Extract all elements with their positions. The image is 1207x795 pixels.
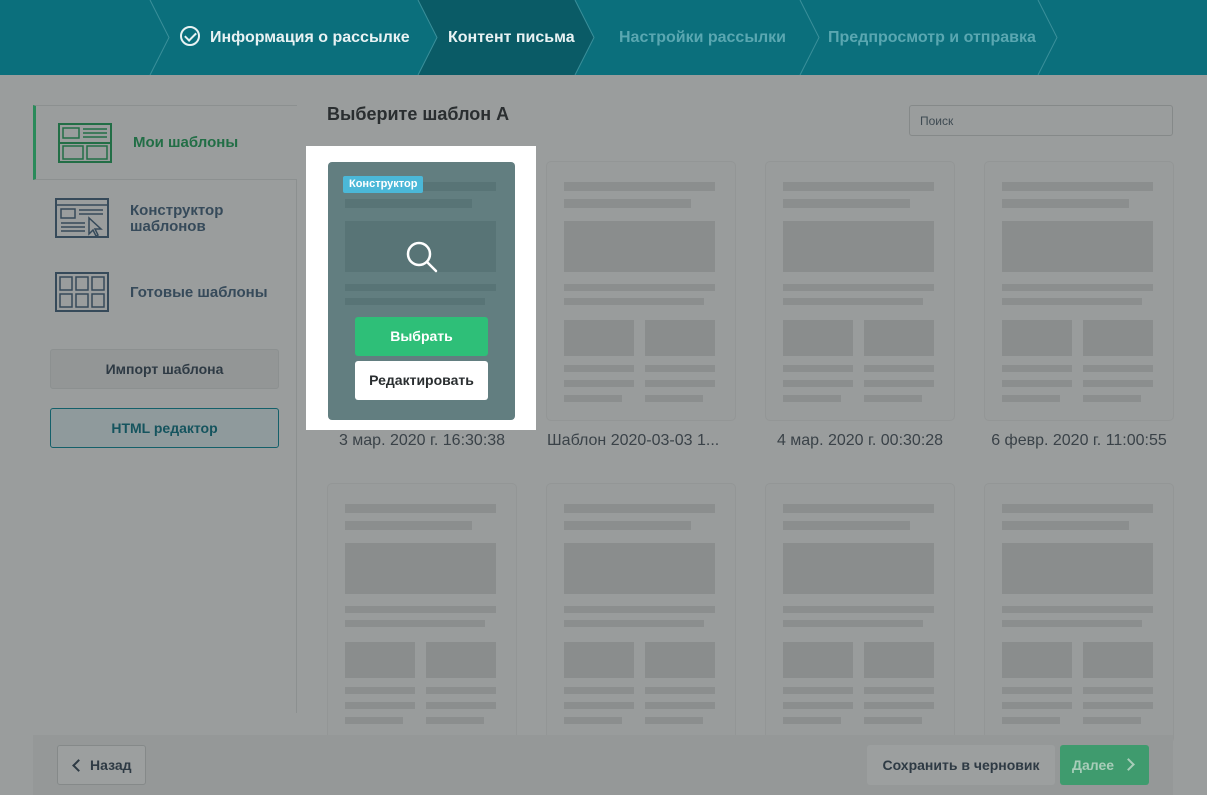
next-label: Далее [1072, 757, 1115, 773]
step-mailing-settings[interactable]: Настройки рассылки [619, 0, 786, 75]
sidebar-item-label: Конструктор шаблонов [130, 202, 224, 235]
sidebar-item-ready-templates[interactable]: Готовые шаблоны [33, 257, 297, 332]
search-input[interactable] [909, 105, 1173, 136]
template-card[interactable] [547, 162, 735, 420]
chevron-right-icon [1122, 758, 1135, 771]
template-card[interactable] [547, 484, 735, 742]
builder-badge: Конструктор [343, 176, 424, 193]
template-card[interactable] [985, 162, 1173, 420]
html-editor-button[interactable]: HTML редактор [50, 408, 279, 448]
template-card[interactable] [328, 484, 516, 742]
edit-template-button[interactable]: Редактировать [355, 361, 488, 400]
back-label: Назад [90, 757, 132, 773]
sidebar-item-label: Мои шаблоны [133, 134, 239, 151]
page-title: Выберите шаблон A [327, 104, 510, 124]
template-caption: 6 февр. 2020 г. 11:00:55 [991, 432, 1167, 449]
next-button[interactable]: Далее [1060, 745, 1149, 785]
ready-templates-icon [55, 272, 109, 312]
step-letter-content[interactable]: Контент письма [448, 0, 575, 75]
chevron-left-icon [72, 759, 85, 772]
sidebar-item-template-builder[interactable]: Конструктор шаблонов [33, 182, 297, 257]
template-caption: 4 мар. 2020 г. 00:30:28 [776, 432, 944, 449]
template-card[interactable] [766, 162, 954, 420]
magnifier-icon[interactable] [405, 240, 439, 274]
save-draft-button[interactable]: Сохранить в черновик [867, 745, 1055, 785]
sidebar-item-my-templates[interactable]: Мои шаблоны [33, 105, 297, 180]
step-mailing-info[interactable]: Информация о рассылке [210, 0, 410, 75]
back-button[interactable]: Назад [57, 745, 146, 785]
template-caption: Шаблон 2020-03-03 1... [547, 432, 720, 449]
template-card[interactable] [985, 484, 1173, 742]
template-card[interactable] [766, 484, 954, 742]
template-builder-icon [55, 198, 109, 238]
step-preview-send[interactable]: Предпросмотр и отправка [828, 0, 1036, 75]
import-template-button[interactable]: Импорт шаблона [50, 349, 279, 389]
sidebar-item-label: Готовые шаблоны [130, 284, 268, 301]
check-circle-icon [180, 26, 200, 46]
step-progress-bar: Информация о рассылке Контент письма Нас… [0, 0, 1207, 75]
my-templates-icon [58, 123, 112, 163]
template-caption: 3 мар. 2020 г. 16:30:38 [338, 432, 506, 449]
select-template-button[interactable]: Выбрать [355, 317, 488, 356]
